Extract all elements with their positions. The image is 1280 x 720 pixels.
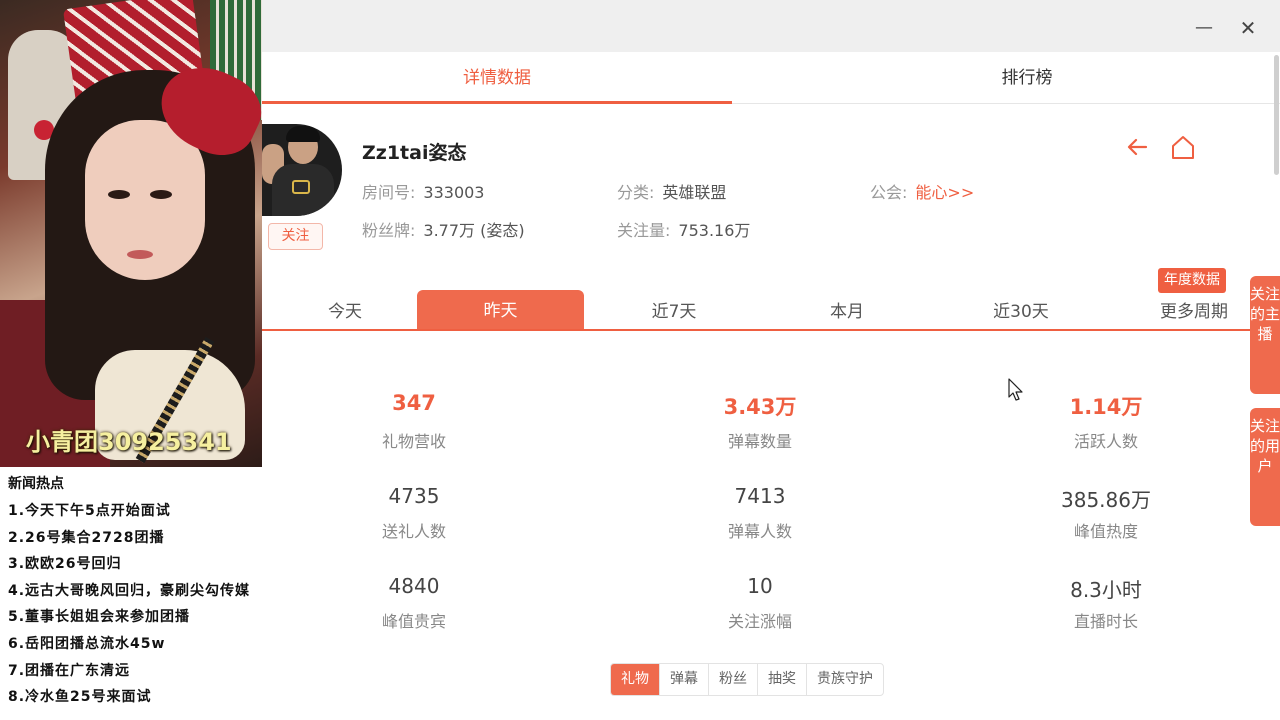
- fanbadge-value: 3.77万 (姿态): [423, 221, 525, 240]
- stat-active-users-label: 活跃人数: [1073, 432, 1138, 451]
- period-7days[interactable]: 近7天: [591, 290, 757, 329]
- detail-panel: — ✕ 详情数据 排行榜 关注 Zz1tai姿态 房间号: 333003 分类: 英…: [262, 0, 1280, 720]
- news-title: 新闻热点: [8, 476, 64, 492]
- streamer-name: Zz1tai姿态: [362, 142, 467, 164]
- stat-live-duration-value: 8.3小时: [1070, 578, 1142, 602]
- period-tabs: 今天 昨天 近7天 本月 近30天 更多周期: [262, 290, 1262, 331]
- subtab-fans[interactable]: 粉丝: [709, 664, 758, 695]
- eye: [150, 190, 172, 199]
- stat-peak-heat-value: 385.86万: [1061, 488, 1151, 512]
- guild-info: 公会: 能心>>: [870, 179, 974, 203]
- stat-follow-growth-label: 关注涨幅: [727, 612, 792, 631]
- scrollbar[interactable]: [1274, 55, 1279, 175]
- guild-link[interactable]: 能心>>: [915, 183, 974, 202]
- side-tab-followed-streamers[interactable]: 关注的主播: [1250, 276, 1280, 394]
- subtab-noble-guard[interactable]: 贵族守护: [807, 664, 883, 695]
- stat-live-duration-label: 直播时长: [1073, 612, 1138, 631]
- period-yesterday[interactable]: 昨天: [417, 290, 584, 329]
- subtab-lottery[interactable]: 抽奖: [758, 664, 807, 695]
- mouse-cursor-icon: [1008, 378, 1023, 401]
- lips: [127, 250, 153, 259]
- stat-danmu-users-value: 7413: [734, 484, 786, 508]
- subtab-gift[interactable]: 礼物: [611, 664, 660, 695]
- avatar[interactable]: [262, 124, 342, 216]
- follow-button[interactable]: 关注: [268, 223, 323, 250]
- stat-danmu-users-label: 弹幕人数: [727, 522, 792, 541]
- video-caption: 小青团30925341: [26, 428, 232, 456]
- room-label: 房间号:: [362, 183, 416, 202]
- followers-label: 关注量:: [617, 221, 671, 240]
- followers-value: 753.16万: [678, 221, 751, 240]
- tab-detail-data[interactable]: 详情数据: [262, 52, 732, 104]
- news-item: 2.26号集合2728团播: [8, 529, 165, 546]
- close-button[interactable]: ✕: [1238, 18, 1258, 38]
- stat-peak-heat-label: 峰值热度: [1073, 522, 1138, 541]
- side-tab-followed-users[interactable]: 关注的用户: [1250, 408, 1280, 526]
- room-value: 333003: [423, 183, 485, 202]
- period-30days[interactable]: 近30天: [938, 290, 1104, 329]
- stat-peak-vip-label: 峰值贵宾: [381, 612, 446, 631]
- stat-danmu-count-label: 弹幕数量: [727, 432, 792, 451]
- news-panel: 新闻热点 1.今天下午5点开始面试 2.26号集合2728团播 3.欧欧26号回…: [0, 467, 300, 720]
- streamer-video: 小青团30925341: [0, 0, 262, 467]
- period-month[interactable]: 本月: [764, 290, 930, 329]
- stat-peak-vip-value: 4840: [388, 574, 440, 598]
- news-item: 6.岳阳团播总流水45w: [8, 635, 166, 652]
- guild-label: 公会:: [870, 183, 908, 202]
- stat-active-users-value: 1.14万: [1069, 395, 1143, 419]
- minimize-button[interactable]: —: [1194, 18, 1214, 38]
- subtab-danmu[interactable]: 弹幕: [660, 664, 709, 695]
- stat-gifters-value: 4735: [388, 484, 440, 508]
- category-label: 分类:: [617, 183, 655, 202]
- back-arrow-icon[interactable]: [1124, 133, 1152, 161]
- stat-gifters-label: 送礼人数: [381, 522, 446, 541]
- eye: [108, 190, 130, 199]
- category-value: 英雄联盟: [662, 183, 727, 202]
- followers-info: 关注量: 753.16万: [617, 217, 750, 241]
- news-item: 1.今天下午5点开始面试: [8, 503, 171, 519]
- news-item: 3.欧欧26号回归: [8, 556, 122, 573]
- home-icon[interactable]: [1169, 133, 1197, 161]
- detail-subtabs: 礼物 弹幕 粉丝 抽奖 贵族守护: [610, 663, 884, 696]
- period-today[interactable]: 今天: [262, 290, 428, 329]
- news-item: 5.董事长姐姐会来参加团播: [8, 609, 191, 626]
- news-item: 4.远古大哥晚风回归，豪刷尖勾传媒: [8, 582, 251, 599]
- news-item: 7.团播在广东清远: [8, 662, 131, 679]
- stat-gift-revenue-label: 礼物营收: [381, 432, 446, 451]
- main-tabs: 详情数据 排行榜: [262, 52, 1280, 104]
- fanbadge-label: 粉丝牌:: [362, 221, 416, 240]
- room-info: 房间号: 333003: [362, 179, 484, 203]
- stat-gift-revenue-value: 347: [392, 391, 436, 415]
- stat-danmu-count-value: 3.43万: [723, 395, 797, 419]
- tab-ranking[interactable]: 排行榜: [802, 52, 1252, 104]
- fanbadge-info: 粉丝牌: 3.77万 (姿态): [362, 217, 525, 241]
- stat-follow-growth-value: 10: [747, 574, 773, 598]
- news-item: 8.冷水鱼25号来面试: [8, 689, 152, 706]
- category-info: 分类: 英雄联盟: [617, 179, 726, 203]
- title-bar: — ✕: [262, 0, 1280, 52]
